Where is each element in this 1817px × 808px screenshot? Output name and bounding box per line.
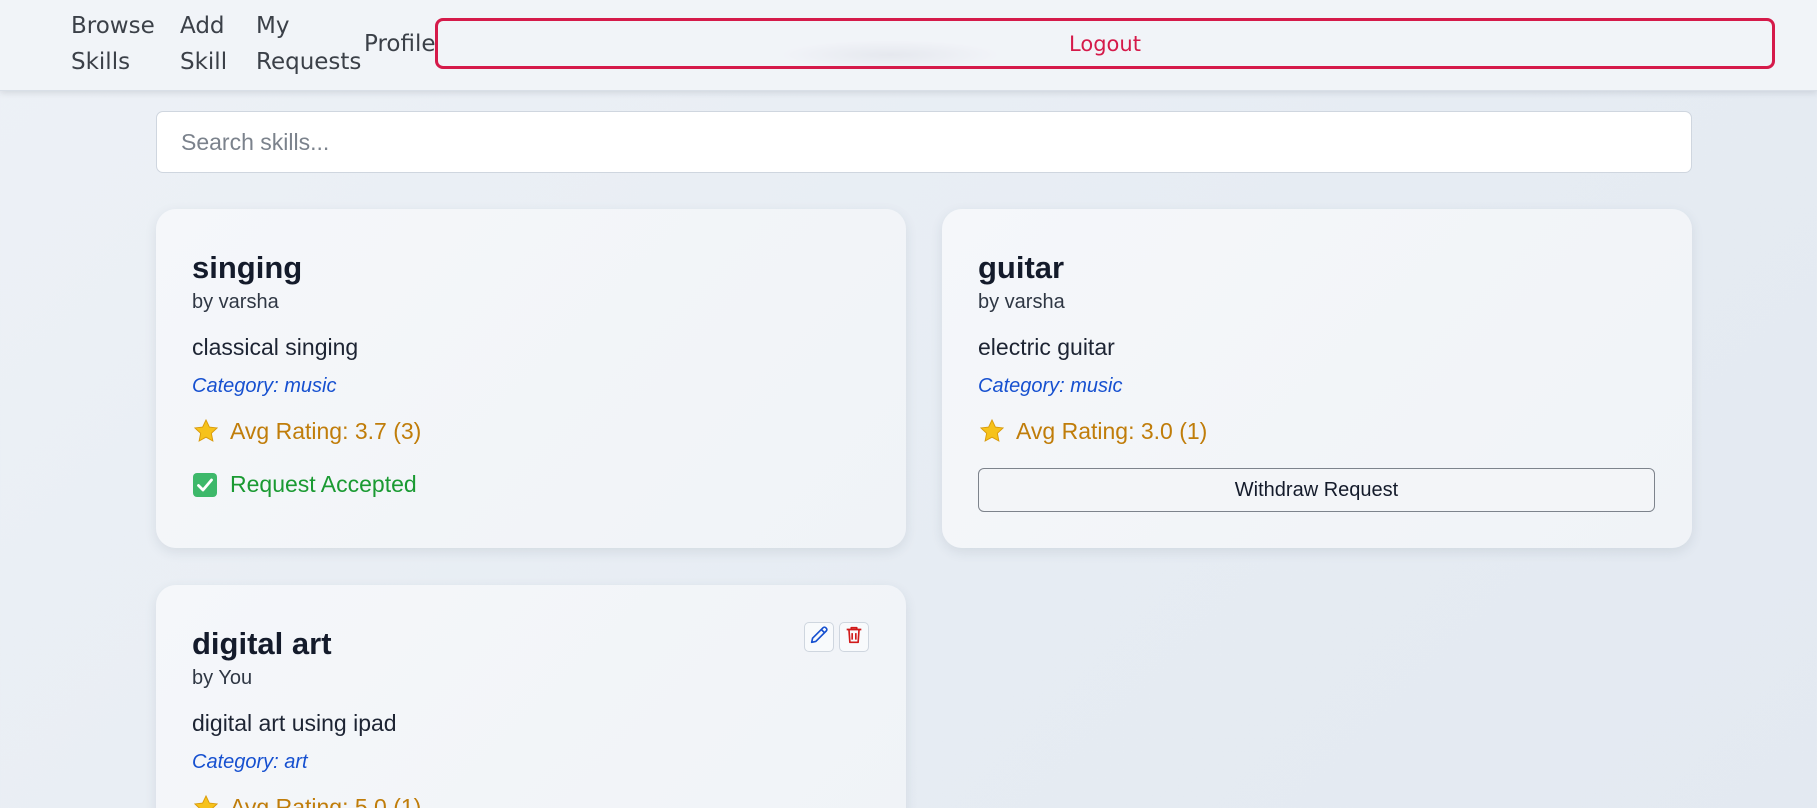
skill-card: singing by varsha classical singing Cate… (156, 209, 906, 548)
star-icon (192, 417, 220, 445)
rating-text: Avg Rating: 5.0 (1) (230, 793, 422, 808)
rating-text: Avg Rating: 3.0 (1) (1016, 417, 1208, 444)
pencil-icon (808, 624, 830, 651)
star-icon (978, 417, 1006, 445)
nav-profile[interactable]: Profile (364, 26, 436, 62)
skill-author: by varsha (192, 291, 279, 313)
skill-author: by You (192, 667, 253, 689)
logout-button[interactable]: Logout (435, 18, 1775, 69)
skill-category: Category: music (192, 375, 337, 397)
skill-title: digital art (192, 626, 332, 661)
withdraw-request-button[interactable]: Withdraw Request (978, 468, 1655, 512)
request-status: Request Accepted (192, 471, 417, 498)
edit-skill-button[interactable] (804, 622, 834, 652)
search-input[interactable] (156, 111, 1692, 173)
delete-skill-button[interactable] (839, 622, 869, 652)
skill-description: electric guitar (978, 334, 1115, 360)
skill-author: by varsha (978, 291, 1065, 313)
trash-icon (843, 624, 865, 651)
nav-my-requests[interactable]: My Requests (256, 8, 366, 80)
check-mark-icon (192, 472, 218, 498)
rating-text: Avg Rating: 3.7 (3) (230, 417, 422, 444)
skill-card: digital art by You digital art using ipa… (156, 585, 906, 808)
skill-rating: Avg Rating: 5.0 (1) (192, 793, 421, 808)
skill-description: classical singing (192, 334, 359, 360)
skill-title: singing (192, 250, 303, 285)
skill-rating: Avg Rating: 3.0 (1) (978, 417, 1207, 445)
skill-card: guitar by varsha electric guitar Categor… (942, 209, 1692, 548)
star-icon (192, 793, 220, 808)
navbar: Browse Skills Add Skill My Requests Prof… (0, 0, 1817, 91)
skill-category: Category: art (192, 751, 308, 773)
skill-category: Category: music (978, 375, 1123, 397)
nav-browse-skills[interactable]: Browse Skills (71, 8, 156, 80)
skill-rating: Avg Rating: 3.7 (3) (192, 417, 421, 445)
status-text: Request Accepted (230, 471, 417, 497)
skill-description: digital art using ipad (192, 710, 397, 736)
nav-add-skill[interactable]: Add Skill (180, 8, 240, 80)
skill-title: guitar (978, 250, 1065, 285)
